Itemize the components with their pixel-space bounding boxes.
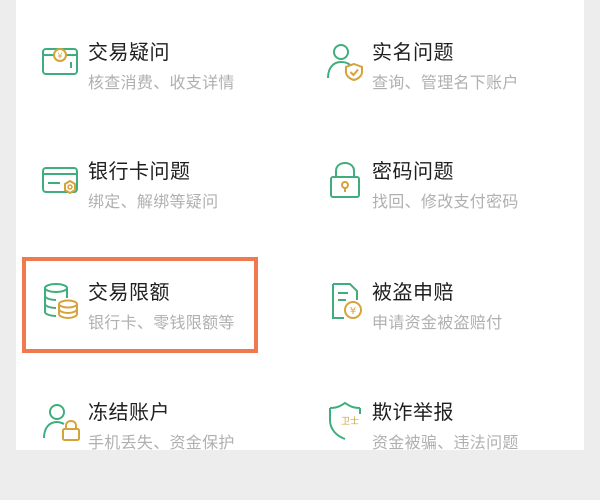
- item-subtitle: 手机丢失、资金保护: [88, 433, 235, 452]
- wallet-yuan-icon: ¥: [40, 40, 82, 82]
- item-fraud-report[interactable]: 卫士 欺诈举报 资金被骗、违法问题: [306, 400, 566, 500]
- item-subtitle: 查询、管理名下账户: [372, 73, 519, 92]
- item-title: 交易疑问: [88, 40, 170, 64]
- item-subtitle: 绑定、解绑等疑问: [88, 192, 219, 211]
- guard-shield-icon: 卫士: [324, 400, 366, 442]
- item-title: 冻结账户: [88, 400, 170, 424]
- bank-card-icon: [40, 159, 82, 201]
- item-title: 银行卡问题: [88, 159, 191, 183]
- guard-icon-text: 卫士: [341, 415, 359, 427]
- user-shield-icon: [324, 40, 366, 82]
- item-title: 密码问题: [372, 159, 454, 183]
- item-real-name[interactable]: 实名问题 查询、管理名下账户: [306, 40, 566, 140]
- item-title: 欺诈举报: [372, 400, 454, 424]
- item-password[interactable]: 密码问题 找回、修改支付密码: [306, 159, 566, 259]
- item-theft-claim[interactable]: ¥ 被盗申赔 申请资金被盗赔付: [306, 280, 566, 380]
- document-yuan-icon: ¥: [324, 280, 366, 322]
- item-freeze-account[interactable]: 冻结账户 手机丢失、资金保护: [22, 400, 282, 500]
- svg-text:¥: ¥: [57, 52, 62, 61]
- user-lock-icon: [40, 400, 82, 442]
- lock-icon: [324, 159, 366, 201]
- item-subtitle: 核查消费、收支详情: [88, 73, 235, 92]
- item-subtitle: 找回、修改支付密码: [372, 192, 519, 211]
- item-transaction-query[interactable]: ¥ 交易疑问 核查消费、收支详情: [22, 40, 282, 140]
- item-subtitle: 资金被骗、违法问题: [372, 433, 519, 452]
- selection-highlight-box: [22, 257, 258, 353]
- svg-text:¥: ¥: [350, 306, 356, 317]
- item-title: 被盗申赔: [372, 280, 454, 304]
- item-title: 实名问题: [372, 40, 454, 64]
- help-panel: ¥ 交易疑问 核查消费、收支详情 实名问题 查询、管理名下账户 银行卡问题 绑定…: [16, 0, 584, 452]
- item-subtitle: 申请资金被盗赔付: [372, 313, 503, 332]
- item-bank-card[interactable]: 银行卡问题 绑定、解绑等疑问: [22, 159, 282, 259]
